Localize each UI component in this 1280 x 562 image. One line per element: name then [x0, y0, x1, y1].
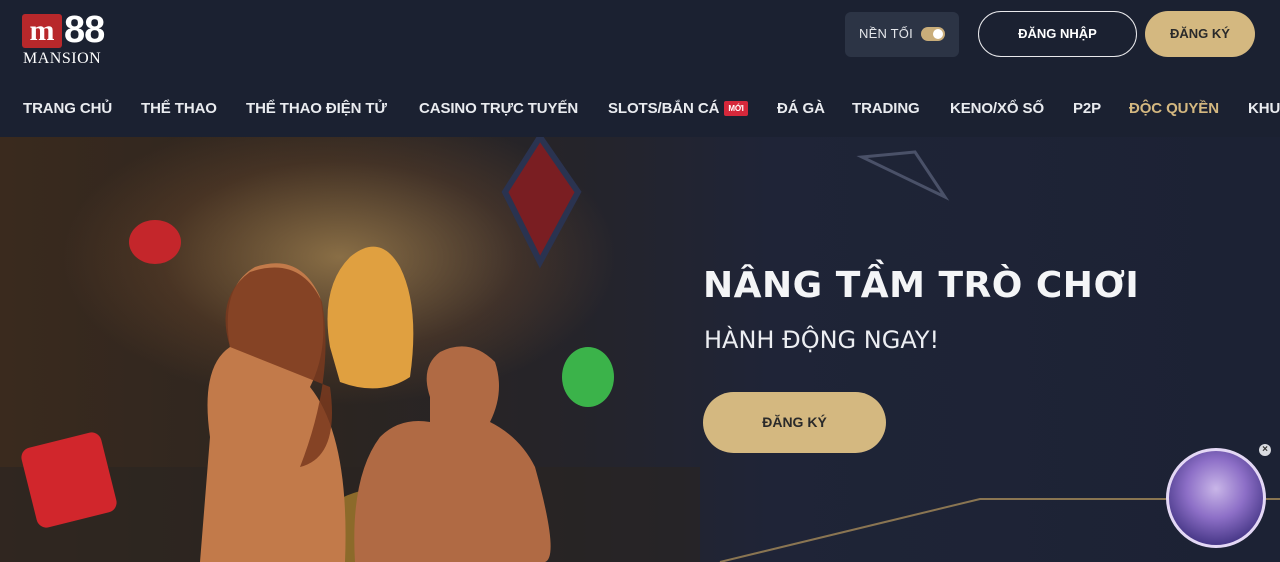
logo-number: 88: [64, 9, 105, 51]
anime-character: [327, 246, 414, 389]
banner-title: NÂNG TẦM TRÒ CHƠI: [703, 265, 1140, 306]
boxing-glove-icon: [129, 220, 181, 264]
toggle-switch[interactable]: [921, 27, 945, 41]
banner-signup-button[interactable]: ĐĂNG KÝ: [703, 392, 886, 453]
close-icon[interactable]: ×: [1259, 444, 1271, 456]
logo-mark: m: [22, 14, 62, 48]
nav-item-keno-lottery[interactable]: KENO/XỔ SỐ: [950, 100, 1044, 117]
nav-item-khu[interactable]: KHU: [1248, 100, 1280, 117]
dark-mode-label: NỀN TỐI: [859, 26, 913, 41]
logo-wordmark: MANSION: [23, 50, 102, 67]
nav-item-slots-fishing[interactable]: SLOTS/BẮN CÁ MỚI: [608, 100, 748, 117]
dark-mode-toggle[interactable]: NỀN TỐI: [845, 12, 959, 57]
main-nav: TRANG CHỦ THỂ THAO THỂ THAO ĐIỆN TỬ CASI…: [0, 94, 1280, 128]
nav-item-exclusive[interactable]: ĐỘC QUYỀN: [1129, 100, 1219, 117]
nav-item-cockfighting[interactable]: ĐÁ GÀ: [777, 100, 825, 117]
triangle-outline-icon: [856, 150, 950, 201]
nav-item-slots-label: SLOTS/BẮN CÁ: [608, 100, 720, 117]
nav-item-home[interactable]: TRANG CHỦ: [23, 100, 112, 117]
nav-item-p2p[interactable]: P2P: [1073, 100, 1101, 117]
green-gem-icon: [562, 347, 614, 407]
nav-item-live-casino[interactable]: CASINO TRỰC TUYẾN: [419, 100, 578, 117]
new-badge: MỚI: [724, 101, 748, 116]
banner-subtitle: HÀNH ĐỘNG NGAY!: [704, 326, 940, 354]
hero-banner[interactable]: NÂNG TẦM TRÒ CHƠI HÀNH ĐỘNG NGAY! ĐĂNG K…: [0, 137, 1280, 562]
nav-item-sports[interactable]: THỂ THAO: [141, 100, 217, 117]
toggle-knob: [933, 29, 943, 39]
diamond-card-icon: [501, 137, 582, 269]
banner-artwork: [0, 137, 1280, 562]
m88-mansion-logo[interactable]: m 88 MANSION: [22, 9, 122, 70]
site-header: m 88 MANSION NỀN TỐI ĐĂNG NHẬP ĐĂNG KÝ T…: [0, 0, 1280, 137]
nav-item-trading[interactable]: TRADING: [852, 100, 920, 117]
live-dealer-widget[interactable]: [1166, 448, 1266, 548]
login-button[interactable]: ĐĂNG NHẬP: [978, 11, 1137, 57]
nav-item-esports[interactable]: THỂ THAO ĐIỆN TỬ: [246, 100, 387, 117]
signup-button[interactable]: ĐĂNG KÝ: [1145, 11, 1255, 57]
